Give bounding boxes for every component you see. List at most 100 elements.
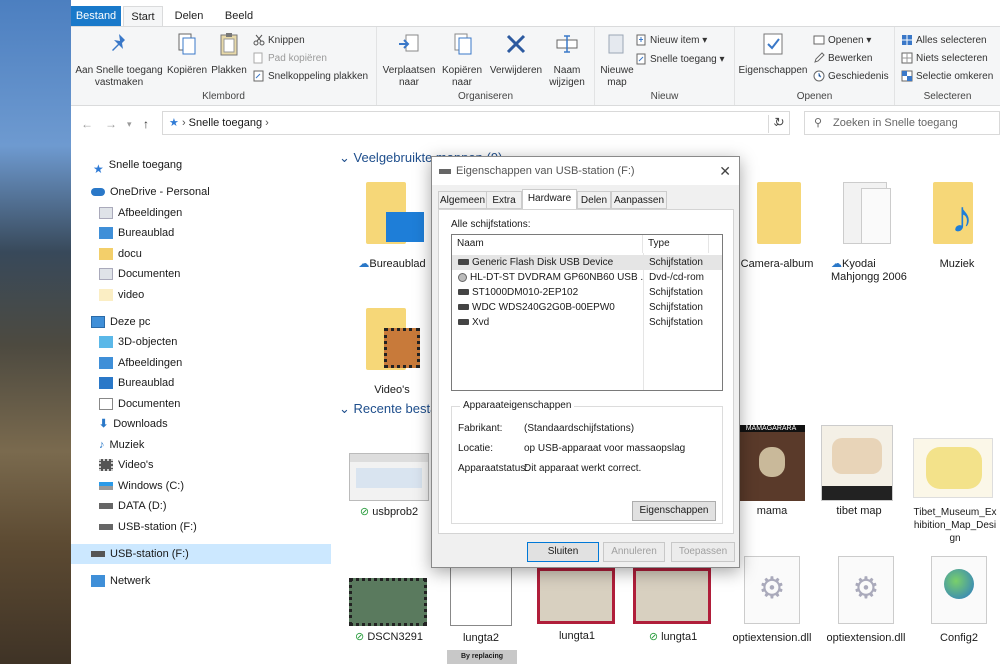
history-button[interactable]: Geschiedenis: [813, 69, 889, 85]
drive-row[interactable]: HL-DT-ST DVDRAM GP60NB60 USB ... Dvd-/cd-…: [452, 270, 722, 285]
file-config2[interactable]: Config2: [919, 556, 999, 644]
chevron-down-icon: ⌄: [339, 401, 354, 416]
tab-delen[interactable]: Delen: [169, 6, 209, 26]
ribbon: Aan Snelle toegang vastmaken Kopiëren Pl…: [71, 26, 1000, 106]
paste-button[interactable]: Plakken: [209, 31, 249, 77]
nav-downloads[interactable]: ⬇ Downloads: [71, 414, 331, 434]
column-header-type[interactable]: Type: [643, 235, 709, 253]
select-none-button[interactable]: Niets selecteren: [901, 51, 988, 67]
tab-bestand[interactable]: Bestand: [71, 6, 121, 26]
file-partial-thumbnail[interactable]: By replacing: [447, 650, 517, 664]
file-optiextension-a[interactable]: ⚙ optiextension.dll: [729, 556, 815, 644]
check-icon: ⊘: [359, 506, 373, 518]
video-thumbnail: [349, 578, 427, 626]
tab-delen[interactable]: Delen: [577, 191, 611, 209]
close-button[interactable]: Sluiten: [527, 542, 599, 562]
tab-hardware[interactable]: Hardware: [522, 189, 577, 210]
open-button[interactable]: Openen ▾: [813, 33, 871, 49]
nav-muziek[interactable]: ♪ Muziek: [71, 435, 331, 455]
nav-onedrive[interactable]: OneDrive - Personal: [71, 182, 331, 202]
breadcrumb-chevron-end-icon: ›: [265, 117, 269, 129]
refresh-icon[interactable]: ↻: [768, 115, 790, 133]
recent-chevron-icon[interactable]: ▾: [127, 119, 132, 130]
nav-3d-objects[interactable]: 3D-objecten: [71, 332, 331, 352]
location-row: Locatie: op USB-apparaat voor massaopslag: [458, 443, 686, 454]
usb-drive-icon: [439, 169, 451, 174]
drive-row[interactable]: Xvd Schijfstation: [452, 315, 722, 330]
folder-muziek[interactable]: ♪ Muziek: [917, 178, 997, 271]
forward-arrow-icon[interactable]: →: [105, 117, 117, 131]
windows-drive-icon: [99, 482, 113, 491]
close-icon[interactable]: ✕: [719, 157, 731, 185]
nav-od-video[interactable]: video: [71, 285, 331, 305]
tab-algemeen[interactable]: Algemeen: [438, 191, 487, 209]
nav-drive-f[interactable]: USB-station (F:): [71, 517, 331, 537]
tab-start[interactable]: Start: [123, 6, 163, 26]
nav-this-pc[interactable]: Deze pc: [71, 312, 331, 332]
back-arrow-icon[interactable]: ←: [81, 117, 93, 131]
nav-od-afbeeldingen[interactable]: Afbeeldingen: [71, 203, 331, 223]
cut-button[interactable]: Knippen: [253, 33, 305, 49]
drive-row[interactable]: WDC WDS240G2G0B-00EPW0 Schijfstation: [452, 300, 722, 315]
column-header-naam[interactable]: Naam: [452, 235, 643, 253]
file-lungta1-a[interactable]: lungta1: [537, 568, 617, 642]
copy-path-button[interactable]: Pad kopiëren: [253, 51, 327, 67]
nav-usb-selected[interactable]: USB-station (F:): [71, 544, 331, 564]
copy-button[interactable]: Kopiëren: [167, 31, 207, 77]
nav-od-docu[interactable]: docu: [71, 244, 331, 264]
properties-button[interactable]: Eigenschappen: [737, 31, 809, 77]
nav-drive-d[interactable]: DATA (D:): [71, 496, 331, 516]
drive-row[interactable]: Generic Flash Disk USB Device Schijfstati…: [452, 255, 722, 270]
folder-kyodai[interactable]: ☁Kyodai Mahjongg 2006: [827, 178, 907, 284]
file-mama[interactable]: MAMAGARARA mama: [737, 425, 807, 517]
search-input[interactable]: ⚲ Zoeken in Snelle toegang: [804, 111, 1000, 135]
tab-extra[interactable]: Extra: [486, 191, 522, 209]
invert-selection-button[interactable]: Selectie omkeren: [901, 69, 993, 85]
device-properties-button[interactable]: Eigenschappen: [632, 501, 716, 521]
new-folder-button[interactable]: Nieuwe map: [597, 31, 637, 89]
easy-access-button[interactable]: Snelle toegang ▾: [635, 52, 725, 68]
edit-button[interactable]: Bewerken: [813, 51, 872, 67]
file-dscn3291[interactable]: ⊘ DSCN3291: [349, 578, 429, 643]
nav-od-documenten[interactable]: Documenten: [71, 264, 331, 284]
cloud-icon: ☁: [831, 258, 842, 270]
address-box[interactable]: ★ › Snelle toegang › ⌄: [162, 111, 790, 135]
tab-aanpassen[interactable]: Aanpassen: [611, 191, 667, 209]
star-icon: ★: [93, 162, 104, 177]
nav-pc-bureaublad[interactable]: Bureaublad: [71, 373, 331, 393]
new-item-button[interactable]: Nieuw item ▾: [635, 33, 707, 49]
nav-pc-documenten[interactable]: Documenten: [71, 394, 331, 414]
nav-videos[interactable]: Video's: [71, 455, 331, 475]
file-usbprob2[interactable]: ⊘ usbprob2: [349, 453, 429, 518]
breadcrumb[interactable]: Snelle toegang: [189, 117, 262, 129]
nav-network[interactable]: Netwerk: [71, 571, 331, 591]
nav-od-bureaublad[interactable]: Bureaublad: [71, 223, 331, 243]
pin-button[interactable]: Aan Snelle toegang vastmaken: [75, 31, 163, 89]
nav-pc-afbeeldingen[interactable]: Afbeeldingen: [71, 353, 331, 373]
delete-button[interactable]: Verwijderen: [487, 31, 545, 77]
drive-row[interactable]: ST1000DM010-2EP102 Schijfstation: [452, 285, 722, 300]
file-tibet-museum[interactable]: Tibet_Museum_Exhibition_Map_Design: [913, 438, 997, 545]
file-tibet-map[interactable]: tibet map: [821, 425, 897, 517]
move-icon: [399, 34, 419, 52]
move-to-button[interactable]: Verplaatsen naar: [381, 31, 437, 89]
nav-drive-c[interactable]: Windows (C:): [71, 476, 331, 496]
file-optiextension-b[interactable]: ⚙ optiextension.dll: [823, 556, 909, 644]
drives-list[interactable]: Naam Type Generic Flash Disk USB Device S…: [451, 234, 723, 391]
file-lungta1-b[interactable]: ⊘ lungta1: [633, 568, 713, 643]
copy-to-button[interactable]: Kopiëren naar: [437, 31, 487, 89]
up-arrow-icon[interactable]: ↑: [143, 117, 149, 131]
group-label-organiseren: Organiseren: [457, 91, 514, 102]
folder-bureaublad[interactable]: ☁Bureaublad: [357, 178, 427, 271]
nav-quick-access[interactable]: ★ Snelle toegang: [71, 155, 331, 177]
select-all-button[interactable]: Alles selecteren: [901, 33, 987, 49]
rename-button[interactable]: Naam wijzigen: [545, 31, 589, 89]
tab-beeld[interactable]: Beeld: [219, 6, 259, 26]
apply-button[interactable]: Toepassen: [671, 542, 735, 562]
folder-videos[interactable]: Video's: [357, 304, 427, 397]
file-lungta2[interactable]: lungta2: [441, 562, 521, 644]
folder-camera-album[interactable]: Camera-album: [737, 178, 817, 271]
group-label-selecteren: Selecteren: [923, 91, 972, 102]
paste-shortcut-button[interactable]: Snelkoppeling plakken: [253, 69, 368, 85]
cancel-button[interactable]: Annuleren: [603, 542, 665, 562]
